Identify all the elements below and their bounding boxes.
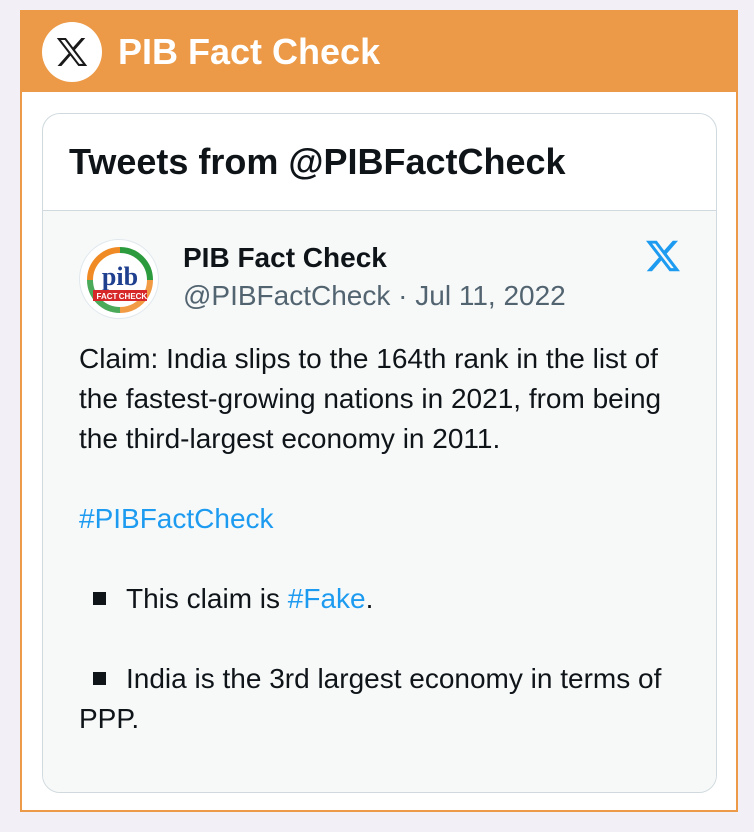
avatar-text-main: pib [102,262,138,291]
tweet[interactable]: pib FACT CHECK PIB Fact Check @PIBFactCh… [43,211,716,792]
bullet-text: India is the 3rd largest economy in term… [79,663,662,734]
widget-header: PIB Fact Check [22,12,736,92]
bullet-item: India is the 3rd largest economy in term… [79,659,680,739]
view-on-x-link[interactable] [646,239,680,278]
bullet-icon [93,592,106,606]
hashtag-fake[interactable]: #Fake [288,583,366,614]
tweet-body: Claim: India slips to the 164th rank in … [79,339,680,739]
x-logo-icon [56,37,88,67]
bullet-item: This claim is #Fake. [79,579,680,619]
bullet-suffix: . [365,583,374,614]
author-meta: @PIBFactCheck · Jul 11, 2022 [183,277,566,315]
tweet-header: pib FACT CHECK PIB Fact Check @PIBFactCh… [79,239,680,319]
widget-title[interactable]: PIB Fact Check [118,31,380,73]
avatar-text-sub2: CHECK [119,292,148,301]
avatar[interactable]: pib FACT CHECK [79,239,159,319]
tweet-date[interactable]: Jul 11, 2022 [415,280,566,311]
x-logo-badge[interactable] [42,22,102,82]
author-name[interactable]: PIB Fact Check [183,241,566,275]
twitter-widget: PIB Fact Check Tweets from @PIBFactCheck… [20,10,738,812]
timeline-card: Tweets from @PIBFactCheck pib FACT CHECK [42,113,717,793]
x-logo-icon [646,240,680,272]
pib-logo-icon: pib FACT CHECK [87,247,153,313]
avatar-text-sub1: FACT [97,292,118,301]
bullet-text: This claim is [126,583,288,614]
author-block: PIB Fact Check @PIBFactCheck · Jul 11, 2… [183,241,566,319]
tweet-claim: Claim: India slips to the 164th rank in … [79,343,662,454]
bullet-icon [93,672,106,686]
meta-separator: · [398,280,408,311]
author-handle[interactable]: @PIBFactCheck [183,280,390,311]
timeline-title[interactable]: Tweets from @PIBFactCheck [69,141,566,183]
timeline-header: Tweets from @PIBFactCheck [43,114,716,211]
hashtag-pibfactcheck[interactable]: #PIBFactCheck [79,503,274,534]
